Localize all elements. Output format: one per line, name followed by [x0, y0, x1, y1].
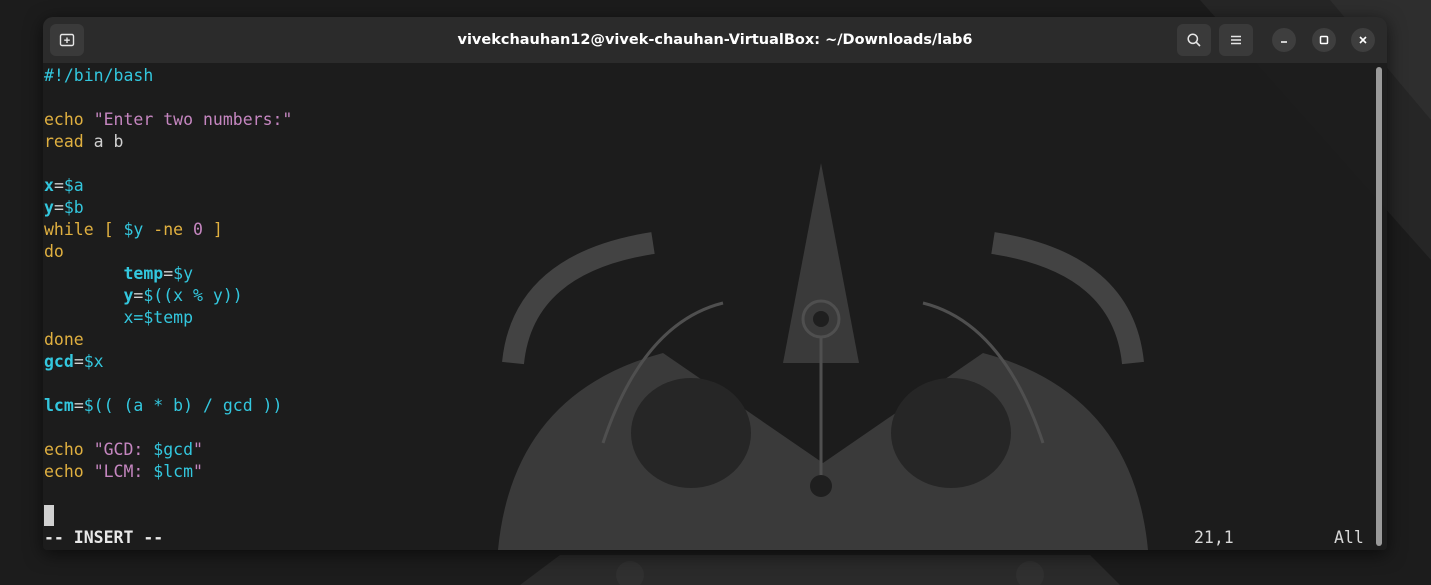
code-token: while	[44, 220, 94, 239]
hamburger-menu-icon	[1231, 35, 1241, 45]
code-token: =	[73, 352, 84, 371]
code-token: [	[103, 220, 114, 239]
code-token: $y	[173, 264, 194, 283]
text-cursor	[44, 505, 54, 526]
menu-button[interactable]	[1219, 24, 1253, 56]
code-token: =	[73, 396, 84, 415]
search-button[interactable]	[1177, 24, 1211, 56]
code-token: $a	[63, 176, 84, 195]
code-token: #!/bin/bash	[44, 66, 154, 85]
code-token: =	[53, 198, 64, 217]
code-line: echo "GCD: $gcd"	[44, 439, 203, 461]
minimize-button[interactable]	[1272, 28, 1296, 52]
maximize-button[interactable]	[1312, 28, 1336, 52]
code-token: $b	[63, 198, 84, 217]
code-token: "	[193, 440, 203, 459]
code-token: done	[44, 330, 84, 349]
code-line: while [ $y -ne 0 ]	[44, 219, 223, 241]
code-token: echo	[44, 440, 84, 459]
code-line: y=$((x % y))	[44, 285, 243, 307]
code-line: gcd=$x	[44, 351, 104, 373]
terminal-window: vivekchauhan12@vivek-chauhan-VirtualBox:…	[43, 17, 1387, 550]
code-token: $temp	[143, 308, 194, 327]
code-token: $y	[123, 220, 144, 239]
code-token: $((x % y))	[143, 286, 243, 305]
code-token: a b	[83, 132, 124, 151]
code-line: do	[44, 241, 64, 263]
code-line: x=$temp	[44, 307, 193, 329]
vim-mode-indicator: -- INSERT --	[44, 528, 164, 547]
search-icon	[1187, 33, 1201, 47]
code-token: y	[123, 286, 134, 305]
code-line: echo "LCM: $lcm"	[44, 461, 203, 483]
code-token: ]	[212, 220, 223, 239]
maximize-icon	[1319, 35, 1329, 45]
code-token: -ne	[153, 220, 184, 239]
code-token: =	[133, 286, 144, 305]
code-token: x=	[123, 308, 144, 327]
code-token: "Enter two numbers:"	[93, 110, 293, 129]
code-line: echo "Enter two numbers:"	[44, 109, 292, 131]
code-line: y=$b	[44, 197, 84, 219]
scrollbar[interactable]	[1376, 67, 1382, 546]
code-token: "GCD:	[93, 440, 154, 459]
code-line: temp=$y	[44, 263, 193, 285]
code-token: lcm	[44, 396, 74, 415]
code-token: =	[53, 176, 64, 195]
code-token: $gcd	[153, 440, 194, 459]
code-line: lcm=$(( (a * b) / gcd ))	[44, 395, 282, 417]
code-token: x	[44, 176, 54, 195]
close-button[interactable]	[1351, 28, 1375, 52]
code-line: done	[44, 329, 84, 351]
vim-editor[interactable]: echo "LCM: $lcm" echo "GCD: $gcd" lcm=$(( …	[44, 65, 1374, 549]
code-token: $(( (a * b) / gcd ))	[83, 396, 283, 415]
code-line: #!/bin/bash	[44, 65, 153, 87]
code-token: 0	[193, 220, 203, 239]
code-token: "	[193, 462, 203, 481]
code-token: temp	[123, 264, 164, 283]
code-line: x=$a	[44, 175, 84, 197]
code-token: =	[163, 264, 174, 283]
code-token: "LCM:	[93, 462, 154, 481]
code-token: echo	[44, 110, 84, 129]
code-line: read a b	[44, 131, 124, 153]
code-token: $x	[83, 352, 104, 371]
cursor-position: 21,1	[1194, 528, 1234, 547]
title-bar: vivekchauhan12@vivek-chauhan-VirtualBox:…	[43, 17, 1387, 63]
scroll-indicator: All	[1334, 528, 1364, 547]
minimize-icon	[1281, 41, 1287, 43]
close-icon	[1359, 36, 1367, 44]
code-token: $lcm	[153, 462, 194, 481]
code-token: do	[44, 242, 64, 261]
code-token: read	[44, 132, 84, 151]
code-token: echo	[44, 462, 84, 481]
code-token: gcd	[44, 352, 74, 371]
code-token: y	[44, 198, 54, 217]
